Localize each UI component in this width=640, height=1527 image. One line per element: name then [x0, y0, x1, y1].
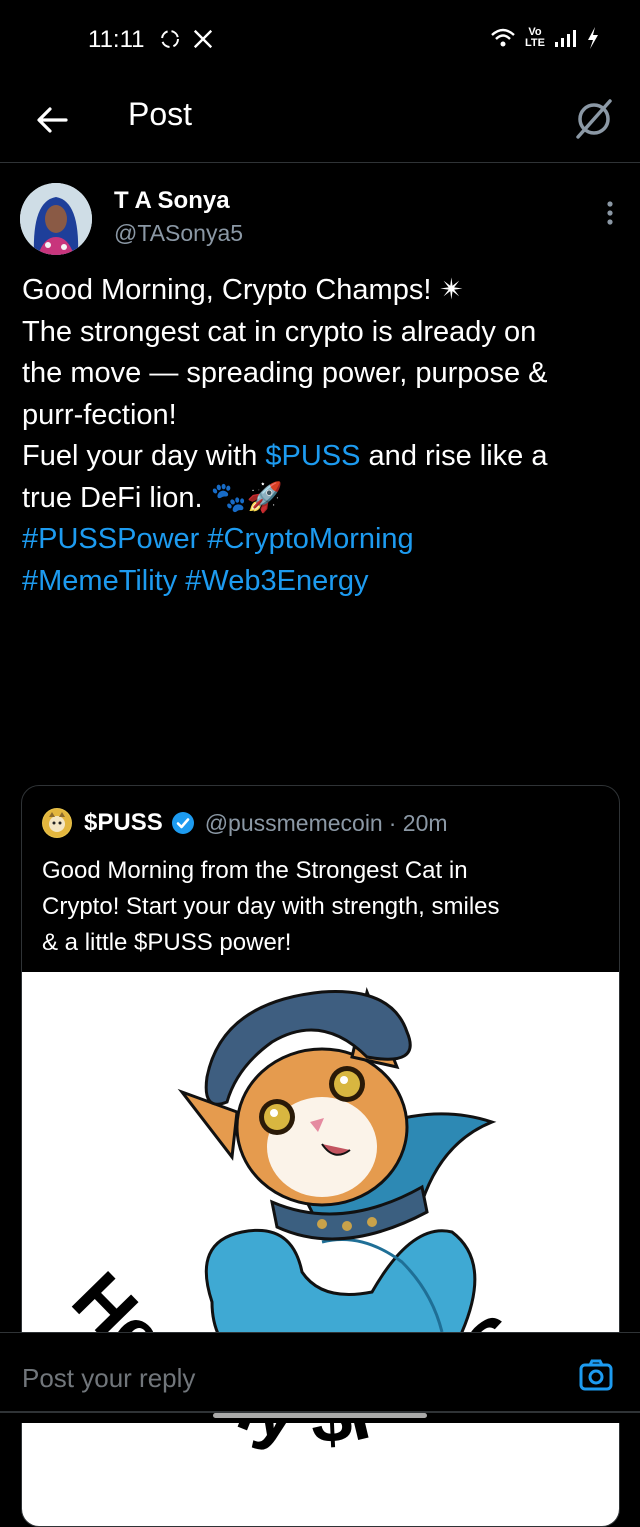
x-logo-icon [193, 29, 213, 49]
quoted-text-line: & a little $PUSS power! [42, 929, 292, 956]
author-handle[interactable]: @TASonya5 [114, 220, 243, 247]
hashtag-link[interactable]: #MemeTility [22, 565, 177, 597]
hashtag-link[interactable]: #Web3Energy [185, 565, 368, 597]
quoted-text-line: Crypto! Start your day with strength, sm… [42, 893, 500, 920]
volte-label: Vo LTE [525, 26, 545, 49]
avatar[interactable] [20, 183, 92, 255]
top-bar: Post [0, 80, 640, 163]
post-text-line: The strongest cat in crypto is already o… [22, 312, 622, 354]
grok-icon[interactable] [570, 95, 618, 143]
post-text-segment: purr-fection! [22, 398, 177, 431]
wifi-icon [491, 28, 515, 47]
hashtag-link[interactable]: #CryptoMorning [207, 523, 413, 555]
signal-icon [555, 30, 576, 47]
home-indicator[interactable] [213, 1413, 427, 1418]
healthy-puss-illustration: Healthy $PUSS [57, 986, 540, 1459]
puss-logo-icon [43, 809, 71, 837]
status-bar: 11:11 Vo LTE [0, 0, 640, 80]
post-text-segment: The strongest cat in crypto is already o… [22, 315, 537, 348]
post-text-line: purr-fection! [22, 395, 622, 437]
quoted-author-handle[interactable]: @pussmemecoin [205, 810, 383, 837]
post-text-line: #MemeTility #Web3Energy [22, 561, 622, 603]
more-options-icon[interactable] [604, 200, 616, 226]
post-text-segment: the move — spreading power, purpose & [22, 357, 548, 389]
post-text: Good Morning, Crypto Champs! ✴ The strong… [22, 270, 622, 602]
author-name[interactable]: T A Sonya [114, 187, 230, 215]
post-text-line: #PUSSPower #CryptoMorning [22, 519, 622, 561]
cashtag-link[interactable]: $PUSS [265, 440, 360, 472]
hashtag-link[interactable]: #PUSSPower [22, 523, 199, 555]
post-text-line: Fuel your day with $PUSS and rise like a [22, 436, 622, 478]
quoted-avatar[interactable] [42, 808, 72, 838]
post-text-line: the move — spreading power, purpose & [22, 353, 622, 395]
quoted-post-time: · 20m [388, 809, 448, 836]
quoted-author-name[interactable]: $PUSS [84, 809, 163, 837]
quoted-post-header: $PUSS @pussmemecoin · 20m [42, 808, 448, 838]
battery-charging-icon [588, 27, 598, 49]
camera-icon[interactable] [578, 1357, 614, 1393]
verified-badge-icon [171, 812, 194, 834]
status-time: 11:11 [88, 26, 145, 53]
quoted-post-text: Good Morning from the Strongest Cat in C… [42, 853, 602, 961]
quoted-text-line: Good Morning from the Strongest Cat in [42, 857, 468, 884]
post-text-line: true DeFi lion. 🐾🚀 [22, 478, 622, 520]
back-arrow-icon[interactable] [30, 98, 74, 142]
post-text-line: Good Morning, Crypto Champs! ✴ [22, 270, 622, 312]
post-text-segment: Fuel your day with [22, 440, 266, 472]
quoted-post-image[interactable]: Healthy $PUSS [22, 972, 619, 1526]
reply-input[interactable]: Post your reply [22, 1363, 195, 1394]
avatar-image [20, 183, 92, 255]
reply-bar: Post your reply [0, 1332, 640, 1423]
post-text-segment: and rise like a [360, 440, 548, 472]
sync-icon [161, 30, 179, 48]
page-title: Post [128, 96, 193, 132]
post-text-segment: true DeFi lion. [22, 481, 211, 514]
post-text-segment: Good Morning, Crypto Champs! [22, 274, 440, 306]
emoji: ✴ [439, 274, 464, 306]
emoji: 🐾🚀 [210, 481, 283, 514]
